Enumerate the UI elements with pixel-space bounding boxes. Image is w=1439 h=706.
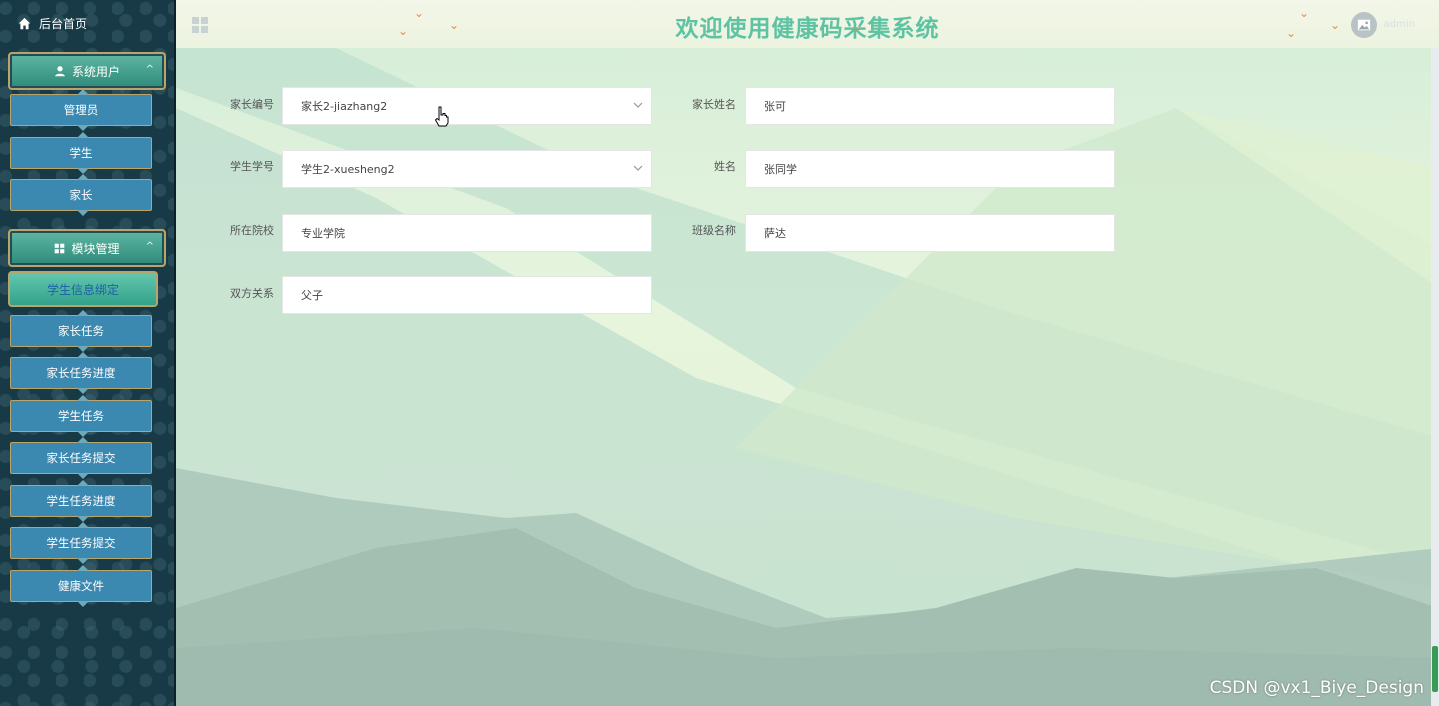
- parent-name-label: 家长姓名: [692, 98, 736, 111]
- menu-group-label: 模块管理: [71, 241, 120, 256]
- student-no-label: 学生学号: [230, 160, 274, 173]
- main-content: 家长编号 家长2-jiazhang2 家长姓名 张可 学生学号 学生2-xues…: [176, 48, 1439, 706]
- menu-group-system-users[interactable]: 系统用户 ^: [8, 52, 166, 90]
- sidebar-item-parent[interactable]: 家长: [10, 174, 152, 216]
- sidebar-item-health-file[interactable]: 健康文件: [10, 565, 152, 607]
- hand-cursor-icon: [434, 106, 449, 127]
- sidebar-item-label: 家长: [69, 188, 93, 202]
- sidebar-item-student-task[interactable]: 学生任务: [10, 395, 152, 437]
- sidebar-item-label: 管理员: [63, 103, 99, 117]
- class-label: 班级名称: [692, 224, 736, 237]
- student-no-value: 学生2-xuesheng2: [301, 163, 395, 176]
- bird-decoration-icon: ⌄: [1286, 26, 1297, 40]
- relation-label: 双方关系: [230, 287, 274, 300]
- sidebar-item-label: 学生信息绑定: [46, 282, 119, 297]
- relation-field[interactable]: 父子: [282, 276, 652, 314]
- class-value: 萨达: [764, 227, 786, 240]
- sidebar-item-label: 家长任务进度: [46, 366, 116, 380]
- menu-group-label: 系统用户: [71, 64, 120, 79]
- home-link[interactable]: 后台首页: [0, 0, 174, 46]
- menu-group-module-management[interactable]: 模块管理 ^: [8, 229, 166, 267]
- grid-icon: [55, 243, 65, 253]
- sidebar-item-label: 学生任务进度: [46, 494, 116, 508]
- parent-no-label: 家长编号: [230, 98, 274, 111]
- chevron-down-icon: [633, 102, 643, 108]
- parent-name-field[interactable]: 张可: [745, 87, 1115, 125]
- bird-decoration-icon: ⌄: [852, 20, 863, 34]
- home-label: 后台首页: [39, 16, 88, 31]
- sidebar-item-parent-task[interactable]: 家长任务: [10, 310, 152, 352]
- image-icon: [1357, 19, 1371, 31]
- parent-no-value: 家长2-jiazhang2: [301, 100, 388, 113]
- chevron-up-icon: ^: [145, 64, 154, 75]
- sidebar-item-label: 学生: [69, 146, 93, 160]
- student-name-label: 姓名: [714, 160, 736, 173]
- username[interactable]: admin: [1384, 19, 1415, 30]
- watermark: CSDN @vx1_Biye_Design: [1209, 678, 1424, 698]
- sidebar-item-parent-task-progress[interactable]: 家长任务进度: [10, 352, 152, 394]
- scrollbar-thumb[interactable]: [1432, 646, 1438, 692]
- chevron-down-icon: [633, 165, 643, 171]
- sidebar-item-student[interactable]: 学生: [10, 132, 152, 174]
- user-icon: [55, 66, 65, 77]
- scrollbar[interactable]: [1431, 48, 1439, 706]
- class-field[interactable]: 萨达: [745, 214, 1115, 252]
- school-value: 专业学院: [301, 227, 345, 240]
- sidebar-item-label: 学生任务提交: [46, 536, 116, 550]
- sidebar-item-parent-task-submit[interactable]: 家长任务提交: [10, 437, 152, 479]
- sidebar-item-label: 健康文件: [58, 579, 104, 593]
- bird-decoration-icon: ⌄: [449, 18, 460, 32]
- bird-decoration-icon: ⌄: [1330, 18, 1341, 32]
- sidebar-item-student-binding[interactable]: 学生信息绑定: [8, 271, 158, 307]
- avatar[interactable]: [1351, 12, 1377, 38]
- sidebar-item-admin[interactable]: 管理员: [10, 89, 152, 131]
- student-name-field[interactable]: 张同学: [745, 150, 1115, 188]
- sidebar-item-label: 家长任务: [58, 324, 104, 338]
- sidebar-item-label: 学生任务: [58, 409, 104, 423]
- parent-no-select[interactable]: 家长2-jiazhang2: [282, 87, 652, 125]
- sidebar-item-label: 家长任务提交: [46, 451, 116, 465]
- school-label: 所在院校: [230, 224, 274, 237]
- parent-name-value: 张可: [764, 100, 786, 113]
- home-icon: [18, 17, 31, 29]
- bird-decoration-icon: ⌄: [1299, 6, 1310, 20]
- student-name-value: 张同学: [764, 163, 797, 176]
- school-field[interactable]: 专业学院: [282, 214, 652, 252]
- page-title: 欢迎使用健康码采集系统: [675, 16, 940, 42]
- sidebar-item-student-task-progress[interactable]: 学生任务进度: [10, 480, 152, 522]
- bird-decoration-icon: ⌄: [398, 24, 409, 38]
- bird-decoration-icon: ⌄: [414, 6, 425, 20]
- sidebar-item-student-task-submit[interactable]: 学生任务提交: [10, 522, 152, 564]
- sidebar: 后台首页 系统用户 ^ 管理员 学生 家长 模块管理 ^ 学生信息绑定 家长任务…: [0, 0, 176, 706]
- chevron-up-icon: ^: [145, 241, 154, 252]
- top-header: 欢迎使用健康码采集系统 ⌄ ⌄ ⌄ ⌄ ⌄ ⌄ ⌄ admin: [176, 0, 1439, 48]
- relation-value: 父子: [301, 289, 323, 302]
- mountain-background: [176, 48, 1439, 706]
- student-no-select[interactable]: 学生2-xuesheng2: [282, 150, 652, 188]
